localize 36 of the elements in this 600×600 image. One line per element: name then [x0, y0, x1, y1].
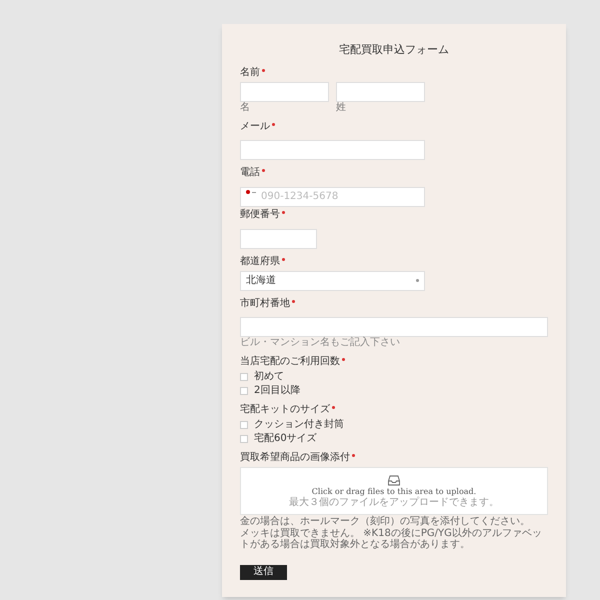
note-text: メッキは買取できません。 ※K18の後にPG/YG以外のアルファベットがある場合は買取対象外となる場合があります。 — [240, 528, 543, 550]
field-label: メール — [240, 120, 270, 132]
field-label: 当店宅配のご利用回数 — [240, 356, 340, 368]
checkbox[interactable] — [240, 373, 248, 381]
note-text: 金の場合は、ホールマーク（刻印）の写真を添付してください。 — [240, 516, 531, 527]
flag-icon — [246, 190, 250, 194]
field-sublabel: 姓 — [336, 102, 347, 114]
field-label: 郵便番号 — [240, 209, 280, 221]
option-label: クッション付き封筒 — [254, 419, 344, 431]
upload-prompt: Click or drag files to this area to upload. — [312, 486, 476, 496]
input-field[interactable] — [240, 140, 425, 160]
field-label: 市町村番地 — [240, 298, 290, 310]
input-field[interactable] — [240, 228, 317, 248]
upload-hint: 最大３個のファイルをアップロードできます。 — [289, 496, 499, 508]
checkbox[interactable] — [240, 387, 248, 395]
field-sublabel: 名 — [240, 102, 251, 114]
field-label: 宅配キットのサイズ — [240, 404, 330, 416]
phone-field[interactable]: 090-1234-5678 — [240, 186, 425, 206]
field-label: 電話 — [240, 167, 260, 179]
field-label: 買取希望商品の画像添付 — [240, 452, 350, 464]
upload-area[interactable]: Click or drag files to this area to upload. 最大３個のファイルをアップロードできます。 — [240, 467, 548, 515]
option-label: 初めて — [254, 371, 284, 383]
field-label: 名前 — [240, 66, 260, 78]
option-label: 宅配60サイズ — [254, 433, 317, 445]
select-field[interactable]: 北海道 — [240, 270, 425, 290]
checkbox[interactable] — [240, 435, 248, 443]
checkbox[interactable] — [240, 421, 248, 429]
input-field[interactable] — [336, 82, 425, 102]
help-text: ビル・マンション名もご記入下さい — [240, 337, 401, 349]
option-label: 2回目以降 — [254, 385, 300, 397]
input-field[interactable] — [240, 82, 329, 102]
submit-button[interactable]: 送信 — [240, 564, 287, 580]
form-title: 宅配買取申込フォーム — [338, 42, 450, 58]
field-label: 都道府県 — [240, 256, 280, 268]
inbox-icon — [388, 474, 400, 486]
input-field[interactable] — [240, 317, 548, 337]
